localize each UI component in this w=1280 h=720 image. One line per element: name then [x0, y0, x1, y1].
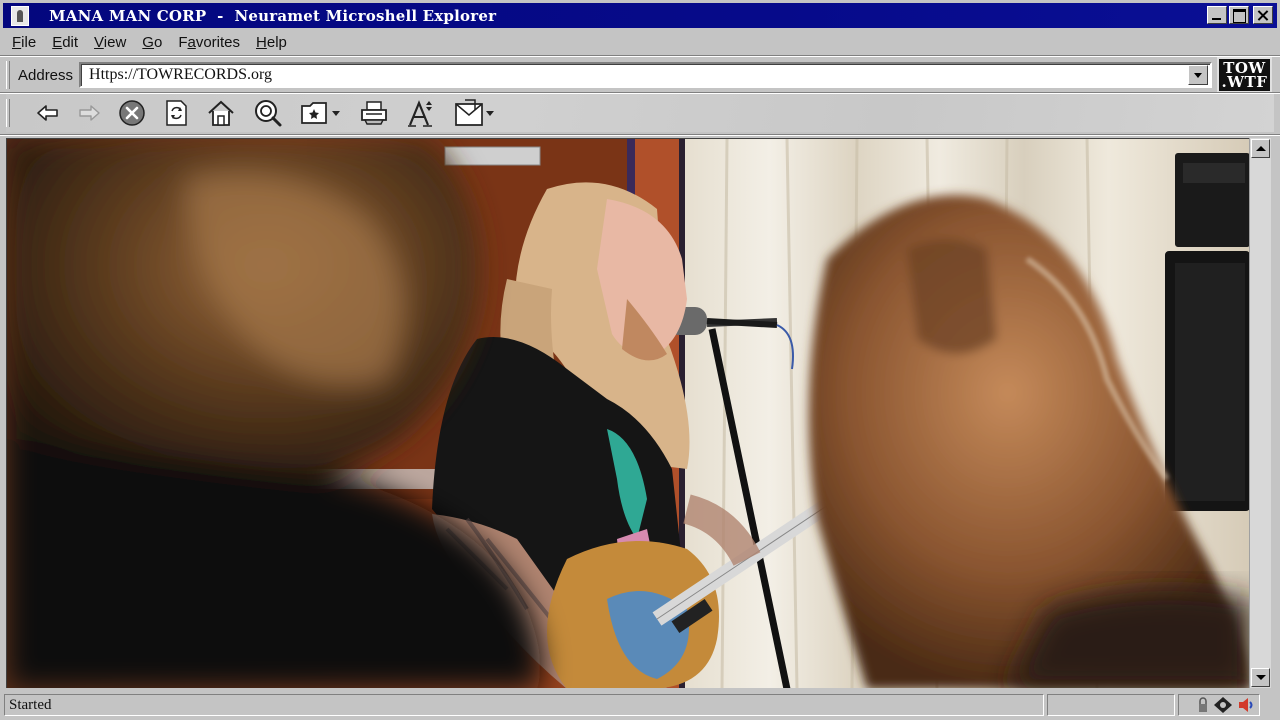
back-button[interactable] [36, 97, 60, 129]
refresh-icon [166, 100, 187, 126]
window-controls [1207, 6, 1273, 24]
menu-view[interactable]: View [86, 34, 134, 51]
app-icon[interactable] [11, 5, 29, 26]
refresh-button[interactable] [163, 97, 189, 129]
concert-photo [7, 139, 1249, 688]
status-main-panel: Started [4, 694, 1044, 716]
toolbar-grip[interactable] [6, 99, 10, 127]
search-icon [255, 100, 282, 127]
browser-window: MANA MAN CORP - Neuramet Microshell Expl… [0, 0, 1280, 720]
menu-favorites[interactable]: Favorites [170, 34, 248, 51]
home-icon [208, 100, 234, 126]
home-button[interactable] [206, 97, 236, 129]
web-content-viewport[interactable] [6, 138, 1249, 688]
print-button[interactable] [359, 97, 389, 129]
address-grip[interactable] [6, 61, 10, 89]
menu-help[interactable]: Help [248, 34, 295, 51]
lock-icon [1199, 697, 1207, 712]
font-size-button[interactable] [406, 97, 436, 129]
stop-icon [119, 100, 145, 126]
status-panel-secondary [1047, 694, 1175, 716]
security-zone-icon [1214, 697, 1232, 713]
mail-icon [455, 99, 494, 126]
favorites-folder-icon [301, 102, 340, 124]
menu-bar: File Edit View Go Favorites Help [4, 30, 295, 54]
favorites-button[interactable] [300, 97, 342, 129]
menu-file[interactable]: File [4, 34, 44, 51]
status-icons-panel [1178, 694, 1260, 716]
address-dropdown-button[interactable] [1188, 65, 1208, 85]
address-value[interactable]: Https://TOWRECORDS.org [81, 66, 1188, 84]
forward-button[interactable] [77, 97, 101, 129]
speaker-icon [1239, 698, 1253, 712]
address-label: Address [18, 66, 74, 84]
brand-logo[interactable]: TOW .WTF [1217, 57, 1272, 93]
close-button[interactable] [1253, 6, 1273, 24]
maximize-button[interactable] [1229, 6, 1249, 24]
search-button[interactable] [253, 97, 283, 129]
stop-button[interactable] [118, 97, 146, 129]
status-bar: Started [0, 690, 1280, 720]
toolbar-separator [0, 134, 1280, 136]
font-size-icon [408, 100, 432, 127]
menu-separator [0, 55, 1280, 57]
minimize-button[interactable] [1207, 6, 1227, 24]
back-arrow-icon [37, 105, 58, 121]
address-bar: Address Https://TOWRECORDS.org [6, 58, 1212, 92]
mail-button[interactable] [453, 97, 497, 129]
menu-go[interactable]: Go [134, 34, 170, 51]
toolbar [6, 94, 1274, 132]
title-bar[interactable]: MANA MAN CORP - Neuramet Microshell Expl… [3, 3, 1277, 28]
status-text: Started [9, 696, 52, 713]
vertical-scrollbar[interactable] [1249, 138, 1271, 688]
print-icon [361, 101, 387, 125]
scroll-up-button[interactable] [1251, 139, 1270, 158]
forward-arrow-icon [79, 105, 100, 121]
menu-edit[interactable]: Edit [44, 34, 86, 51]
address-input[interactable]: Https://TOWRECORDS.org [79, 62, 1212, 88]
window-title: MANA MAN CORP - Neuramet Microshell Expl… [49, 6, 497, 25]
scroll-down-button[interactable] [1251, 668, 1270, 687]
